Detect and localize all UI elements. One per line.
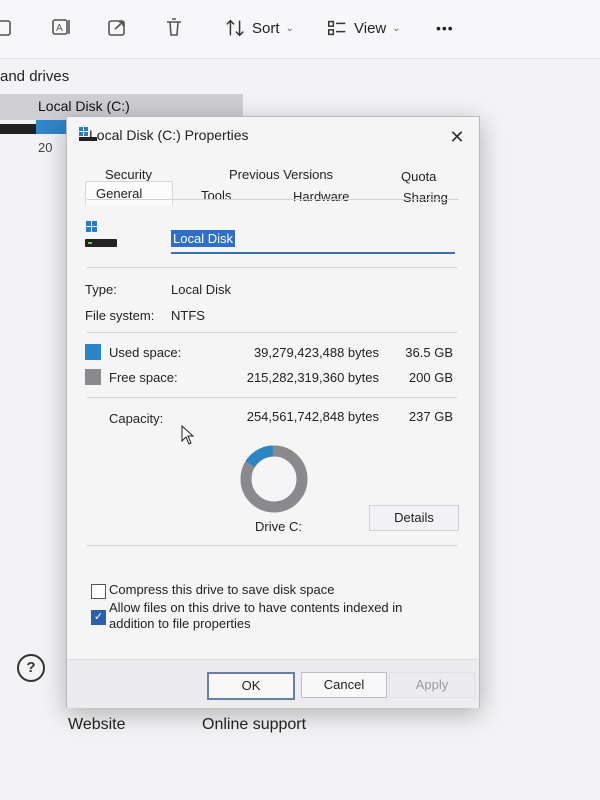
type-value: Local Disk [171,282,231,297]
capacity-bytes: 254,561,742,848 bytes [246,409,379,424]
drive-name-input[interactable]: Local Disk [171,230,455,254]
share-icon[interactable] [106,14,130,42]
sort-icon [226,19,244,37]
tab-previous-versions[interactable]: Previous Versions [229,167,333,182]
file-system-label: File system: [85,308,155,323]
sort-label: Sort [252,19,280,37]
online-support-link[interactable]: Online support [202,716,306,734]
tab-tools[interactable]: Tools [201,188,231,203]
mouse-pointer-icon [181,425,195,445]
drive-usage-bar [36,120,66,134]
view-icon [328,20,346,36]
index-label[interactable]: Allow files on this drive to have conten… [109,600,449,632]
compress-checkbox[interactable] [91,584,106,599]
index-checkbox[interactable]: ✓ [91,610,106,625]
divider [87,397,457,398]
view-button[interactable]: View ⌄ [326,14,401,42]
drive-name-value: Local Disk [171,230,235,247]
tab-divider [87,199,459,200]
ok-button[interactable]: OK [207,672,295,700]
disk-usage-donut [240,445,308,513]
cancel-button[interactable]: Cancel [301,672,387,698]
used-space-bytes: 39,279,423,488 bytes [253,345,379,360]
tab-security[interactable]: Security [105,167,152,182]
divider [87,267,457,268]
capacity-label: Capacity: [109,411,164,426]
divider [87,332,457,333]
chevron-down-icon: ⌄ [392,22,401,34]
dialog-title: Local Disk (C:) Properties [89,127,249,143]
free-space-label: Free space: [109,370,178,385]
compress-label[interactable]: Compress this drive to save disk space [109,582,449,598]
chevron-down-icon: ⌄ [285,22,294,34]
dialog-title-bar: Local Disk (C:) Properties ✕ [67,117,479,157]
drive-item-label: Local Disk (C:) [38,98,130,114]
capacity-gb: 237 GB [408,409,453,424]
tab-general[interactable]: General [85,181,173,205]
hard-drive-icon [85,221,117,247]
file-system-value: NTFS [171,308,205,323]
more-options-button[interactable]: ••• [436,14,454,42]
sort-button[interactable]: Sort ⌄ [224,14,294,42]
properties-dialog: Local Disk (C:) Properties ✕ Security Pr… [66,116,480,708]
type-label: Type: [85,282,117,297]
delete-icon[interactable] [162,14,186,42]
tab-quota[interactable]: Quota [401,169,436,184]
details-button[interactable]: Details [369,505,459,531]
close-button[interactable]: ✕ [445,125,469,149]
tab-hardware[interactable]: Hardware [293,189,349,204]
free-space-bytes: 215,282,319,360 bytes [246,370,379,385]
rename-icon[interactable]: A [50,14,74,42]
free-space-gb: 200 GB [408,370,453,385]
view-label: View [354,19,387,37]
explorer-toolbar: A Sort ⌄ View ⌄ ••• [0,0,600,59]
dialog-footer: OK Cancel Apply [67,659,479,708]
apply-button[interactable]: Apply [389,672,475,698]
help-icon[interactable]: ? [17,654,45,682]
used-space-swatch [85,344,101,360]
svg-text:A: A [56,23,63,34]
drive-size-text: 20 [38,140,53,155]
used-space-label: Used space: [109,345,182,360]
website-link[interactable]: Website [68,716,126,734]
used-space-gb: 36.5 GB [405,345,453,360]
section-heading: and drives [0,68,70,85]
drive-label: Drive C: [255,519,302,534]
divider [87,545,457,546]
copy-icon[interactable] [0,14,18,42]
tab-sharing[interactable]: Sharing [403,190,448,205]
free-space-swatch [85,369,101,385]
